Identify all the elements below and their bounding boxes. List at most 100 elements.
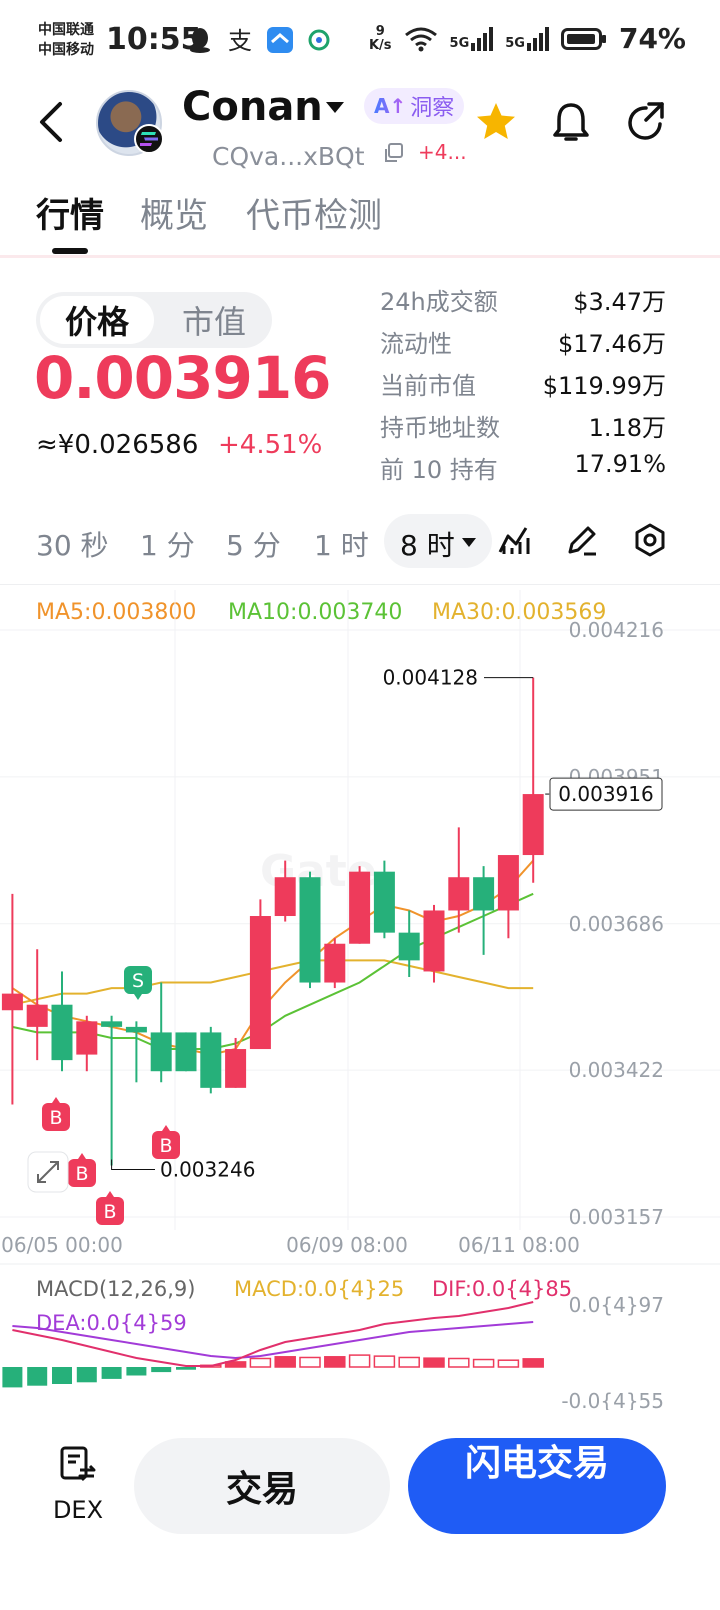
candle-body: [299, 877, 321, 983]
qq-icon: [190, 28, 210, 53]
back-arrow-icon[interactable]: [34, 100, 68, 144]
timeframe-30s[interactable]: 30 秒: [36, 524, 109, 564]
buy-marker: B: [68, 1153, 96, 1187]
app-icon: [267, 27, 293, 53]
candle-body: [324, 943, 346, 983]
signal-2: 5G: [505, 26, 549, 51]
marker-pointer: [134, 994, 142, 1000]
macd-bar: [448, 1357, 470, 1368]
macd-bar: [398, 1356, 420, 1368]
macd-bar: [52, 1367, 72, 1384]
svg-text:支: 支: [228, 27, 252, 53]
current-price-label: 0.003916: [558, 782, 653, 806]
trade-button[interactable]: 交易: [134, 1438, 390, 1534]
carrier-2: 中国移动: [38, 42, 94, 58]
buy-marker: B: [96, 1191, 124, 1225]
main-tabs: 行情 概览 代币检测: [0, 182, 720, 258]
buy-marker: B: [42, 1097, 70, 1131]
x-axis-label: 06/11 08:00: [458, 1233, 580, 1257]
macd-label: MACD(12,26,9): [36, 1277, 196, 1301]
candle-body: [200, 1032, 222, 1088]
system-icons: 9 K/s 5G 5G 74%: [369, 22, 686, 55]
token-switch-caret-icon[interactable]: [326, 102, 344, 113]
x-axis-label: 06/09 08:00: [286, 1233, 408, 1257]
macd-bar: [76, 1367, 97, 1383]
macd-bar: [2, 1367, 23, 1388]
bell-icon[interactable]: [550, 100, 592, 144]
stat-row: 当前市值 $119.99万: [380, 364, 666, 406]
candle-body: [497, 855, 519, 911]
timeframe-1h[interactable]: 1 时: [314, 524, 369, 564]
price-mcap-toggle[interactable]: 价格 市值: [36, 292, 272, 348]
solana-chain-icon: [134, 124, 164, 154]
stat-value: $17.46万: [558, 330, 666, 358]
macd-label: DIF:0.0{4}85: [432, 1277, 572, 1301]
favorite-star-icon[interactable]: [474, 100, 518, 144]
macd-bar: [151, 1367, 172, 1373]
timeframe-caret-icon[interactable]: [462, 538, 476, 547]
stat-row: 持币地址数 1.18万: [380, 406, 666, 448]
macd-bar: [101, 1367, 122, 1379]
copy-icon[interactable]: [382, 142, 404, 164]
timeframe-5m[interactable]: 5 分: [226, 524, 281, 564]
candle-body: [125, 1026, 147, 1033]
stat-label: 当前市值: [380, 372, 476, 400]
draw-pen-icon[interactable]: [564, 522, 600, 558]
stat-label: 持币地址数: [380, 414, 500, 442]
candle-body: [76, 1021, 98, 1055]
dex-button[interactable]: DEX: [50, 1444, 106, 1524]
flash-trade-button[interactable]: 闪电交易: [408, 1438, 666, 1534]
token-stats: 24h成交额 $3.47万 流动性 $17.46万 当前市值 $119.99万 持币地…: [380, 280, 666, 490]
marker-letter: B: [49, 1107, 62, 1129]
tab-overview[interactable]: 概览: [140, 188, 208, 237]
candle-body: [473, 877, 495, 911]
token-name[interactable]: Conan: [182, 84, 323, 130]
stat-value: 1.18万: [588, 414, 666, 442]
tab-token-check[interactable]: 代币检测: [246, 188, 382, 237]
net-speed-value: 9: [375, 23, 385, 39]
candle-body: [249, 916, 271, 1050]
macd-label: MACD:0.0{4}25: [234, 1277, 404, 1301]
candle-body: [175, 1032, 197, 1072]
segment-market-cap[interactable]: 市值: [160, 296, 268, 344]
macd-bar: [274, 1356, 296, 1368]
marker-pointer: [78, 1153, 86, 1159]
insight-button[interactable]: A↑ 洞察: [364, 88, 465, 124]
marker-letter: S: [132, 970, 144, 992]
candle-body: [51, 1004, 73, 1061]
share-icon[interactable]: [624, 100, 668, 144]
battery-icon: [560, 27, 606, 50]
fullscreen-button[interactable]: [27, 1151, 69, 1193]
chart-settings-icon[interactable]: [632, 522, 668, 558]
signal-bars-icon: [526, 26, 549, 51]
macd-bar: [126, 1367, 147, 1376]
tab-market[interactable]: 行情: [36, 188, 104, 237]
timeframe-1m[interactable]: 1 分: [140, 524, 195, 564]
macd-bar: [348, 1354, 371, 1368]
candle-body: [522, 794, 544, 856]
ai-icon: A↑: [374, 94, 407, 118]
timeframe-8h[interactable]: 8 时: [400, 524, 455, 564]
battery-percentage: 74%: [618, 22, 686, 55]
status-bar: 中国联通 中国移动 10:55 支 9 K/s 5G 5G 74%: [0, 0, 720, 84]
candle-body: [274, 877, 296, 917]
indicator-icon[interactable]: [496, 522, 532, 558]
marker-pointer: [52, 1097, 60, 1103]
low-price-leader: [111, 1159, 155, 1170]
stat-row: 24h成交额 $3.47万: [380, 280, 666, 322]
macd-bar: [497, 1359, 520, 1368]
macd-axis-label: -0.0{4}55: [561, 1389, 664, 1410]
dex-icon: [60, 1446, 96, 1482]
signal-1-label: 5G: [449, 35, 470, 51]
bottom-action-bar: DEX 交易 闪电交易: [0, 1410, 720, 1610]
macd-bar: [324, 1356, 346, 1368]
candle-body: [398, 932, 420, 961]
candlestick-chart[interactable]: Gate0.0042160.0039510.0036860.0034220.00…: [0, 590, 720, 1410]
stat-value: $3.47万: [573, 288, 666, 316]
alipay-icon: 支: [228, 27, 252, 53]
segment-price[interactable]: 价格: [40, 296, 154, 344]
macd-bar: [373, 1355, 396, 1368]
contract-address: CQva...xBQt: [212, 142, 365, 171]
ma30-line: [12, 959, 534, 1006]
dex-label: DEX: [52, 1496, 104, 1524]
